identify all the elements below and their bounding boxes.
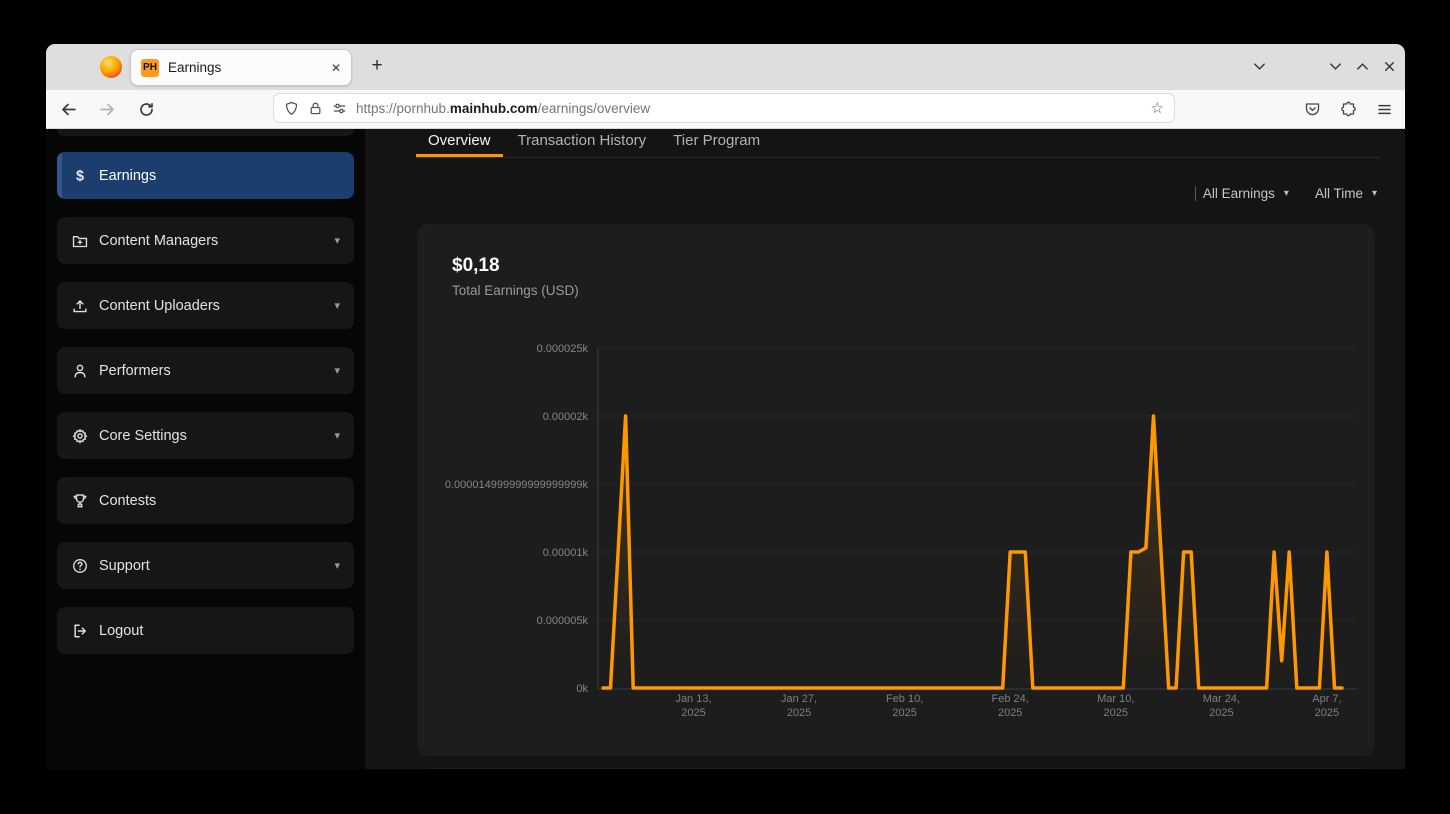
window-controls xyxy=(1328,59,1397,74)
tabs-divider xyxy=(416,157,1380,158)
chevron-down-icon: ▾ xyxy=(334,429,340,442)
x-axis-tick-label: Mar 10,2025 xyxy=(1097,693,1134,719)
window-close-icon[interactable] xyxy=(1382,59,1397,74)
help-circle-icon xyxy=(71,557,89,575)
logout-icon xyxy=(71,622,89,640)
browser-tab-earnings[interactable]: PH Earnings ✕ xyxy=(130,49,352,86)
url-text[interactable]: https://pornhub.mainhub.com/earnings/ove… xyxy=(356,101,650,116)
url-prefix: https://pornhub. xyxy=(356,101,450,116)
url-path: /earnings/overview xyxy=(538,101,651,116)
url-domain: mainhub.com xyxy=(450,101,538,116)
forward-button-icon[interactable] xyxy=(99,101,116,118)
next-card-clipped xyxy=(417,768,1375,769)
x-axis-tick-label: Apr 7,2025 xyxy=(1312,693,1341,719)
browser-tab-strip: PH Earnings ✕ + xyxy=(46,44,1405,90)
chevron-down-icon: ▾ xyxy=(334,559,340,572)
extensions-puzzle-icon[interactable] xyxy=(1340,101,1357,118)
pocket-icon[interactable] xyxy=(1304,101,1321,118)
tab-transaction-history[interactable]: Transaction History xyxy=(506,130,659,157)
sidebar-item-performers[interactable]: Performers ▾ xyxy=(57,347,354,394)
browser-toolbar: https://pornhub.mainhub.com/earnings/ove… xyxy=(46,90,1405,129)
window-minimize-icon[interactable] xyxy=(1328,59,1343,74)
sidebar-item-label: Content Managers xyxy=(99,233,218,249)
x-axis-tick-label: Jan 13,2025 xyxy=(675,693,711,719)
site-favicon-icon: PH xyxy=(141,59,159,77)
earnings-filter-dropdown[interactable]: All Earnings ▾ xyxy=(1195,186,1289,201)
tracking-shield-icon[interactable] xyxy=(284,101,299,116)
tab-overview[interactable]: Overview xyxy=(416,130,503,157)
tab-title: Earnings xyxy=(168,60,221,75)
back-button-icon[interactable] xyxy=(60,101,77,118)
y-axis-tick-label: 0k xyxy=(576,683,588,695)
browser-window: PH Earnings ✕ + xyxy=(46,44,1405,769)
x-axis-tick-label: Feb 10,2025 xyxy=(886,693,923,719)
folder-plus-icon xyxy=(71,232,89,250)
sidebar-item-label: Core Settings xyxy=(99,428,187,444)
sidebar-item-contests[interactable]: Contests xyxy=(57,477,354,524)
firefox-logo-icon[interactable] xyxy=(100,56,122,78)
sidebar-item-label: Support xyxy=(99,558,150,574)
new-tab-button[interactable]: + xyxy=(364,53,390,79)
chevron-down-icon: ▾ xyxy=(1372,188,1377,199)
y-axis-tick-label: 0.000005k xyxy=(537,615,589,627)
dollar-icon: $ xyxy=(71,167,89,185)
chevron-down-icon: ▾ xyxy=(1284,188,1289,199)
earnings-card: $0,18 Total Earnings (USD) 0k 0.000005k 0.… xyxy=(417,224,1375,756)
sidebar-item-label: Contests xyxy=(99,493,156,509)
filters-row: All Earnings ▾ All Time ▾ xyxy=(1195,186,1377,201)
sidebar-item-core-settings[interactable]: Core Settings ▾ xyxy=(57,412,354,459)
total-earnings-caption: Total Earnings (USD) xyxy=(452,283,579,298)
sidebar: $EarningsContent Managers▾Content Upload… xyxy=(46,129,365,769)
sidebar-item-label: Earnings xyxy=(99,168,156,184)
sidebar-item-label: Content Uploaders xyxy=(99,298,220,314)
app-content: $EarningsContent Managers▾Content Upload… xyxy=(46,129,1405,769)
x-axis-tick-label: Jan 27,2025 xyxy=(781,693,817,719)
upload-icon xyxy=(71,297,89,315)
permissions-icon[interactable] xyxy=(332,101,347,116)
person-icon xyxy=(71,362,89,380)
y-axis-tick-label: 0.00002k xyxy=(543,411,589,423)
main-panel: OverviewTransaction HistoryTier Program … xyxy=(365,129,1405,769)
svg-text:$: $ xyxy=(76,168,84,184)
x-axis-tick-label: Mar 24,2025 xyxy=(1203,693,1240,719)
trophy-icon xyxy=(71,492,89,510)
sidebar-item-label: Performers xyxy=(99,363,171,379)
window-maximize-icon[interactable] xyxy=(1355,59,1370,74)
reload-button-icon[interactable] xyxy=(138,101,155,118)
y-axis-tick-label: 0.00001k xyxy=(543,547,589,559)
bookmark-star-icon[interactable]: ☆ xyxy=(1151,99,1164,117)
y-axis-tick-label: 0.000014999999999999999k xyxy=(445,479,589,491)
earnings-filter-label: All Earnings xyxy=(1203,186,1275,201)
list-all-tabs-chevron-icon[interactable] xyxy=(1252,59,1267,79)
x-axis-tick-label: Feb 24,2025 xyxy=(992,693,1029,719)
chevron-down-icon: ▾ xyxy=(334,299,340,312)
screenshot-stage: PH Earnings ✕ + xyxy=(0,0,1450,814)
content-tabs: OverviewTransaction HistoryTier Program xyxy=(416,130,772,157)
gear-icon xyxy=(71,427,89,445)
sidebar-item-support[interactable]: Support ▾ xyxy=(57,542,354,589)
menu-hamburger-icon[interactable] xyxy=(1376,101,1393,118)
y-axis-tick-label: 0.000025k xyxy=(537,343,589,355)
url-bar[interactable]: https://pornhub.mainhub.com/earnings/ove… xyxy=(273,93,1175,123)
sidebar-item-content-uploaders[interactable]: Content Uploaders ▾ xyxy=(57,282,354,329)
tab-close-icon[interactable]: ✕ xyxy=(331,61,341,75)
sidebar-item-content-managers[interactable]: Content Managers ▾ xyxy=(57,217,354,264)
sidebar-item-clipped[interactable] xyxy=(57,129,354,136)
tab-tier-program[interactable]: Tier Program xyxy=(661,130,772,157)
chevron-down-icon: ▾ xyxy=(334,234,340,247)
sidebar-item-label: Logout xyxy=(99,623,143,639)
time-filter-label: All Time xyxy=(1315,186,1363,201)
chevron-down-icon: ▾ xyxy=(334,364,340,377)
sidebar-item-logout[interactable]: Logout xyxy=(57,607,354,654)
time-filter-dropdown[interactable]: All Time ▾ xyxy=(1315,186,1377,201)
earnings-chart: 0k 0.000005k 0.00001k 0.0000149999999999999… xyxy=(430,336,1375,736)
sidebar-item-earnings[interactable]: $ Earnings xyxy=(57,152,354,199)
total-earnings-amount: $0,18 xyxy=(452,255,500,277)
lock-icon[interactable] xyxy=(308,101,323,116)
